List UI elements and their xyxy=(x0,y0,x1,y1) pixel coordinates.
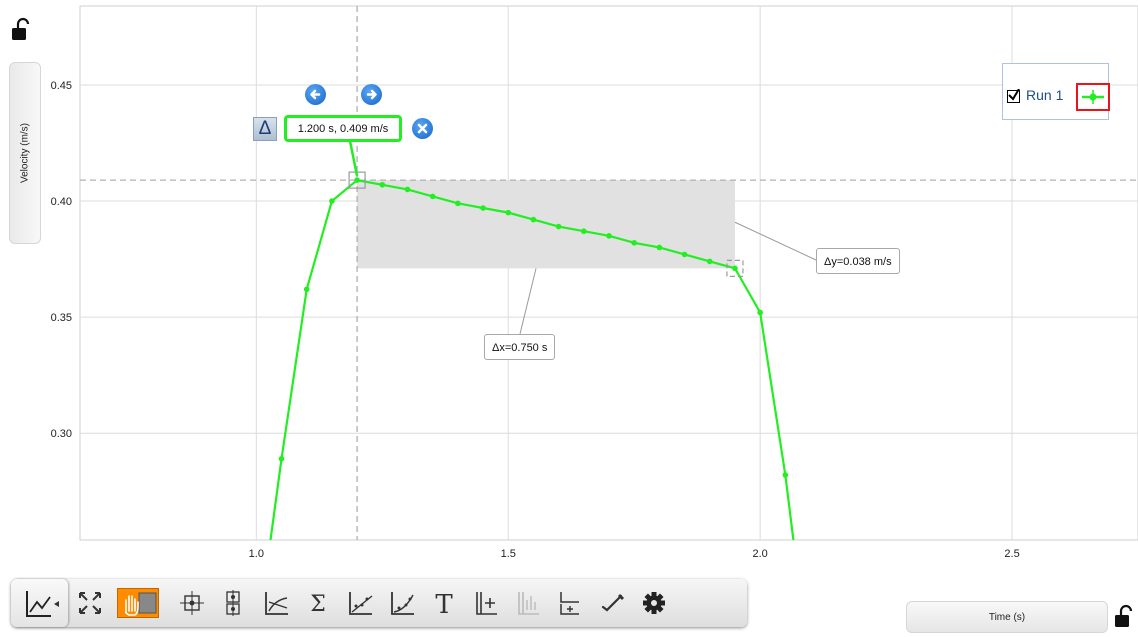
legend-run-label: Run 1 xyxy=(1026,87,1064,103)
delta-x-callout: Δx=0.750 s xyxy=(484,334,556,360)
svg-text:Σ: Σ xyxy=(310,592,326,617)
previous-point-button[interactable] xyxy=(305,84,326,105)
x-tick-label: 2.0 xyxy=(752,548,767,560)
data-point xyxy=(606,233,612,239)
linear-fit-icon[interactable] xyxy=(345,588,375,618)
graph-type-icon xyxy=(26,591,59,617)
run-1-checkbox[interactable] xyxy=(1007,89,1020,103)
add-calculated-column-icon[interactable] xyxy=(471,588,501,618)
data-point xyxy=(354,177,360,183)
model-icon-disabled xyxy=(513,588,543,618)
autoscale-icon[interactable] xyxy=(75,588,105,618)
data-point xyxy=(581,228,587,235)
next-point-button[interactable] xyxy=(361,84,382,105)
y-tick-label: 0.35 xyxy=(51,312,72,324)
data-point xyxy=(656,244,663,251)
x-axis-lock-icon[interactable] xyxy=(1112,604,1138,630)
x-axis-column-selector[interactable]: Time (s) xyxy=(906,601,1108,633)
graph-toolbar: Σ T xyxy=(11,579,747,627)
y-tick-label: 0.45 xyxy=(51,80,72,92)
interpolate-icon[interactable] xyxy=(219,588,249,618)
data-point xyxy=(404,186,411,193)
data-point xyxy=(530,216,537,223)
legend: Run 1 xyxy=(1002,63,1110,120)
y-tick-labels: 0.45 0.40 0.35 0.30 xyxy=(51,80,72,440)
graph-options-button[interactable] xyxy=(11,579,68,627)
y-tick-label: 0.30 xyxy=(51,428,72,440)
data-point xyxy=(555,223,562,230)
run-1-style-swatch[interactable] xyxy=(1076,83,1110,111)
data-point xyxy=(379,181,386,188)
x-axis-label: Time (s) xyxy=(988,611,1026,623)
examine-readout: 1.200 s, 0.409 m/s xyxy=(284,115,402,142)
x-tick-label: 1.0 xyxy=(249,548,264,560)
x-tick-label: 2.5 xyxy=(1004,548,1019,560)
y-axis-label: Velocity (m/s) xyxy=(19,122,31,184)
close-examine-button[interactable] xyxy=(412,118,433,139)
pan-mode-hand-icon[interactable] xyxy=(117,588,159,618)
delta-y-callout: Δy=0.038 m/s xyxy=(816,248,900,274)
data-point xyxy=(480,205,486,211)
curve-fit-icon[interactable] xyxy=(387,588,417,618)
plot-frame xyxy=(79,5,1138,541)
add-graph-icon[interactable] xyxy=(555,588,585,618)
data-point xyxy=(505,209,512,216)
annotation-text-icon[interactable]: T xyxy=(429,588,459,620)
draw-prediction-pen-icon[interactable] xyxy=(597,588,627,618)
data-point xyxy=(303,286,310,293)
svg-text:T: T xyxy=(435,590,453,618)
tangent-icon[interactable] xyxy=(261,588,291,618)
y-axis-lock-icon[interactable] xyxy=(9,17,35,43)
examine-icon[interactable] xyxy=(177,588,207,618)
data-point xyxy=(329,198,335,204)
x-tick-label: 1.5 xyxy=(501,548,516,560)
data-point xyxy=(631,240,637,246)
delta-toggle-button[interactable]: Δ xyxy=(253,117,277,141)
data-point xyxy=(429,193,436,200)
delta-region xyxy=(357,180,735,269)
data-point xyxy=(278,455,285,462)
y-axis-column-selector[interactable]: Velocity (m/s) xyxy=(9,62,41,244)
x-tick-labels: 1.0 1.5 2.0 2.5 xyxy=(249,548,1020,560)
settings-gear-icon[interactable] xyxy=(639,588,669,618)
data-point xyxy=(757,309,763,316)
data-point xyxy=(732,265,738,272)
y-tick-label: 0.40 xyxy=(51,196,72,208)
graph-area[interactable]: 0.45 0.40 0.35 0.30 1.0 1.5 2.0 2.5 xyxy=(0,0,1138,637)
statistics-sigma-icon[interactable]: Σ xyxy=(303,588,333,618)
data-point xyxy=(681,251,688,258)
data-point xyxy=(782,472,789,478)
data-point xyxy=(706,258,713,265)
data-point xyxy=(455,200,461,207)
